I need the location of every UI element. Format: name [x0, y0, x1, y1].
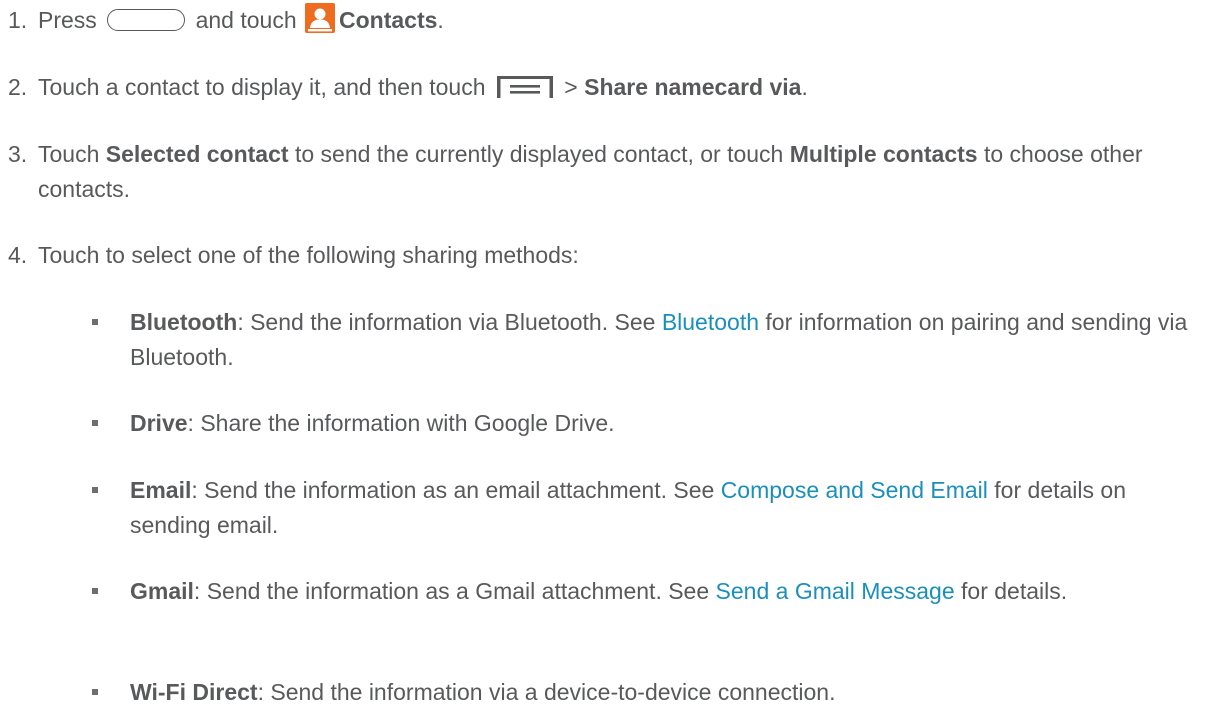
method-desc: : Send the information via Bluetooth. Se… [237, 309, 656, 335]
method-name: Bluetooth [130, 309, 238, 335]
method-text: Gmail: Send the information as a Gmail a… [130, 574, 1190, 609]
home-key-icon [107, 9, 186, 31]
menu-arrow: > [564, 74, 578, 100]
method-name: Drive [130, 410, 188, 436]
compose-send-email-link[interactable]: Compose and Send Email [721, 477, 988, 503]
send-gmail-message-link[interactable]: Send a Gmail Message [716, 578, 955, 604]
step-number: 1. [8, 7, 28, 33]
step-text-and-touch: and touch [195, 7, 297, 33]
period: . [437, 7, 444, 33]
method-desc: : Send the information as an email attac… [191, 477, 715, 503]
method-text: Email: Send the information as an email … [130, 473, 1190, 543]
step-text: Touch a contact to display it, and then … [38, 70, 1180, 105]
contacts-label: Contacts [339, 7, 438, 33]
step-1: 1. Press and touch Contacts. [0, 3, 1180, 38]
step-text-touch-contact: Touch a contact to display it, and then … [38, 74, 486, 100]
bullet-square-icon [92, 319, 98, 325]
method-desc: : Send the information via a device-to-d… [257, 679, 836, 705]
bullet-square-icon [92, 689, 98, 695]
step-text: Touch Selected contact to send the curre… [38, 137, 1180, 207]
bullet-square-icon [92, 588, 98, 594]
method-desc: : Share the information with Google Driv… [187, 410, 615, 436]
method-desc: : Send the information as a Gmail attach… [193, 578, 710, 604]
step-3: 3. Touch Selected contact to send the cu… [0, 137, 1180, 207]
period: . [801, 74, 808, 100]
contacts-app-icon [305, 3, 335, 33]
step-text-middle: to send the currently displayed contact,… [294, 141, 784, 167]
method-item-drive: Drive: Share the information with Google… [0, 406, 1190, 441]
method-text: Bluetooth: Send the information via Blue… [130, 305, 1190, 375]
method-name: Email [130, 477, 192, 503]
method-text: Drive: Share the information with Google… [130, 406, 1190, 441]
step-number: 3. [8, 141, 28, 167]
method-item-email: Email: Send the information as an email … [0, 473, 1190, 543]
method-name: Gmail [130, 578, 194, 604]
method-name: Wi-Fi Direct [130, 679, 258, 705]
step-text-press: Press [38, 7, 97, 33]
menu-key-icon [496, 76, 553, 98]
bullet-square-icon [92, 487, 98, 493]
method-text: Wi-Fi Direct: Send the information via a… [130, 675, 1190, 710]
instructions-page: 1. Press and touch Contacts. 2. Touch a … [0, 0, 1210, 721]
method-item-wifi-direct: Wi-Fi Direct: Send the information via a… [0, 675, 1190, 710]
multiple-contacts-label: Multiple contacts [789, 141, 978, 167]
step-text: Press and touch Contacts. [38, 3, 1180, 38]
method-item-bluetooth: Bluetooth: Send the information via Blue… [0, 305, 1190, 375]
step-2: 2. Touch a contact to display it, and th… [0, 70, 1180, 105]
method-after: for details. [961, 578, 1068, 604]
selected-contact-label: Selected contact [105, 141, 289, 167]
bluetooth-link[interactable]: Bluetooth [662, 309, 759, 335]
step-number: 2. [8, 74, 28, 100]
share-namecard-label: Share namecard via [584, 74, 802, 100]
step-4: 4. Touch to select one of the following … [0, 238, 1180, 273]
bullet-square-icon [92, 420, 98, 426]
step-text-touch: Touch [38, 141, 100, 167]
step-number: 4. [8, 242, 28, 268]
method-item-gmail: Gmail: Send the information as a Gmail a… [0, 574, 1190, 609]
step-text: Touch to select one of the following sha… [38, 242, 579, 268]
